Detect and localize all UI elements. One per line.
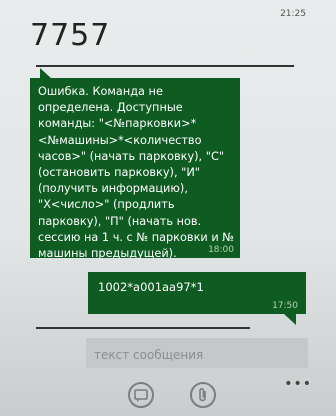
compose-divider bbox=[36, 327, 250, 329]
send-icon bbox=[134, 389, 148, 402]
contact-title: 7757 bbox=[30, 18, 111, 53]
app-bar: ••• bbox=[0, 376, 336, 416]
incoming-message-text: Ошибка. Команда не определена. Доступные… bbox=[38, 85, 235, 261]
send-button[interactable] bbox=[128, 382, 154, 408]
attach-button[interactable] bbox=[190, 382, 216, 408]
messaging-screen: 21:25 7757 Ошибка. Команда не определена… bbox=[0, 0, 336, 416]
outgoing-message-time: 17:50 bbox=[272, 301, 298, 311]
incoming-message-bubble[interactable]: Ошибка. Команда не определена. Доступные… bbox=[30, 78, 240, 260]
attach-icon bbox=[199, 388, 206, 402]
outgoing-message-text: 1002*a001aa97*1 bbox=[98, 280, 204, 294]
incoming-message-time: 18:00 bbox=[208, 245, 234, 255]
status-time: 21:25 bbox=[280, 9, 306, 19]
outgoing-message-bubble[interactable]: 1002*a001aa97*1 17:50 bbox=[88, 272, 306, 314]
message-compose-field[interactable] bbox=[86, 338, 308, 368]
outgoing-bubble-tail bbox=[284, 314, 296, 325]
thread-divider bbox=[36, 65, 294, 67]
more-options-icon[interactable]: ••• bbox=[284, 376, 312, 392]
message-input[interactable] bbox=[94, 348, 300, 362]
